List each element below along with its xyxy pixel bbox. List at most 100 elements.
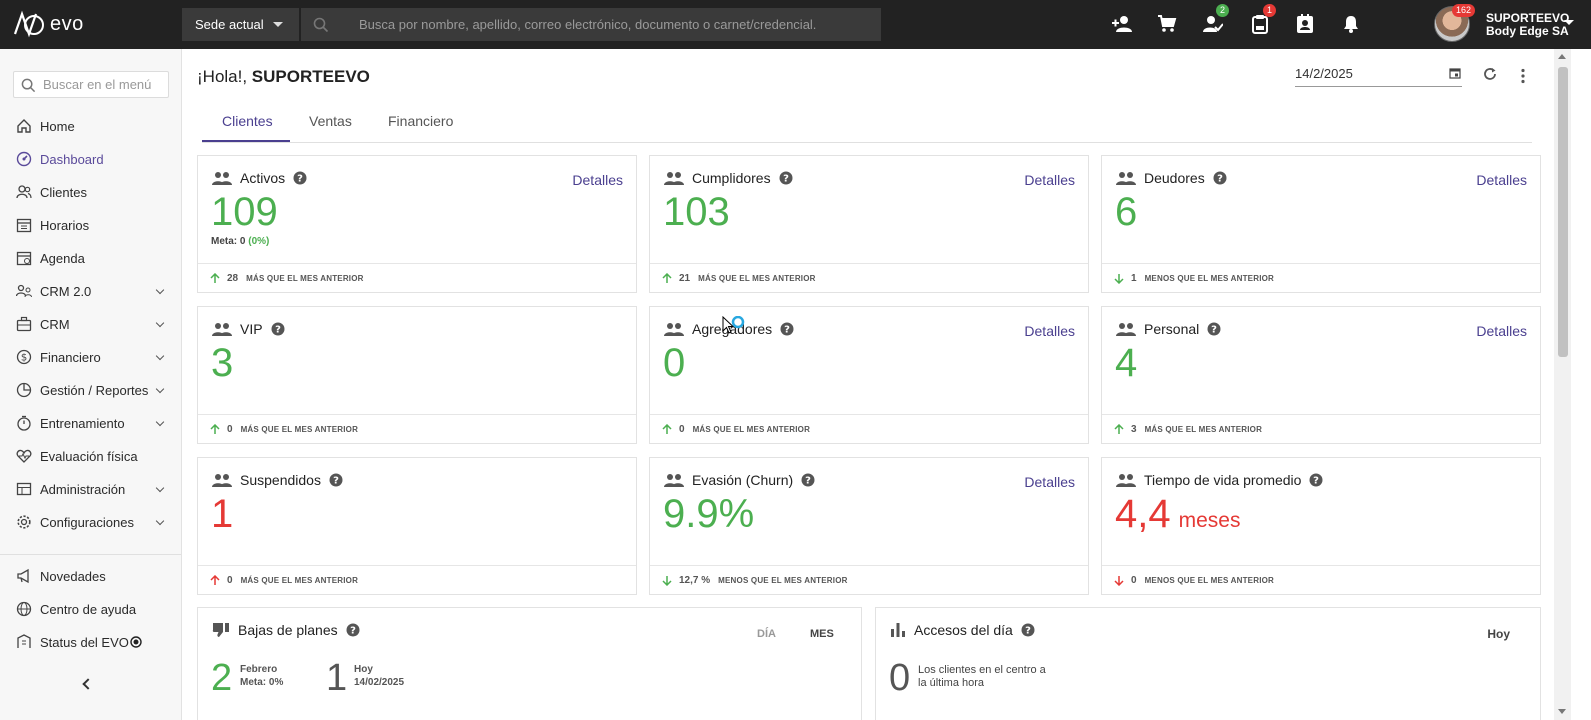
detalles-link[interactable]: Detalles xyxy=(1024,474,1075,490)
bell-icon[interactable] xyxy=(1339,12,1363,36)
arrow-up-icon xyxy=(210,574,220,585)
card-footer: 21 más que el mes anterior xyxy=(650,263,1088,292)
card-title-text: Evasión (Churn) xyxy=(692,472,794,488)
card-value: 4,4 meses xyxy=(1115,492,1240,543)
svg-text:?: ? xyxy=(1025,626,1031,637)
calendar-icon[interactable] xyxy=(1449,67,1461,79)
menu-search[interactable] xyxy=(13,71,169,98)
sidebar-item-evaluacion-fisica[interactable]: Evaluación física xyxy=(0,440,181,472)
card-title: Suspendidos ? xyxy=(212,472,343,488)
delta-value: 0 xyxy=(227,574,233,586)
tab-ventas[interactable]: Ventas xyxy=(309,113,352,129)
help-icon[interactable]: ? xyxy=(1021,623,1035,637)
scroll-down-icon[interactable] xyxy=(1558,709,1566,714)
card-bajas-planes: Bajas de planes ? DÍA MES 2 Febrero Meta… xyxy=(197,607,862,720)
user-info[interactable]: SUPORTEEVO Body Edge SA xyxy=(1486,12,1569,38)
global-search-input[interactable] xyxy=(359,8,869,41)
tab-clientes[interactable]: Clientes xyxy=(222,113,273,129)
sidebar-item-home[interactable]: Home xyxy=(0,110,181,142)
help-icon[interactable]: ? xyxy=(346,623,360,637)
sidebar-item-label: CRM 2.0 xyxy=(40,283,92,299)
card-title: Activos ? xyxy=(212,170,307,186)
sidebar-item-horarios[interactable]: Horarios xyxy=(0,209,181,241)
sidebar-item-crm2[interactable]: CRM 2.0 xyxy=(0,275,181,307)
page-scrollbar[interactable] xyxy=(1554,49,1571,720)
svg-text:?: ? xyxy=(350,626,356,637)
sidebar-item-centro-ayuda[interactable]: Centro de ayuda xyxy=(0,593,181,625)
help-icon[interactable]: ? xyxy=(329,473,343,487)
card-deudores: Deudores ? Detalles 6 1 menos que el mes… xyxy=(1101,155,1541,293)
card-value: 9.9% xyxy=(663,492,755,536)
detalles-link[interactable]: Detalles xyxy=(572,172,623,188)
collapse-sidebar-icon[interactable] xyxy=(82,678,94,690)
gear-icon xyxy=(16,514,32,530)
svg-text:?: ? xyxy=(275,325,281,336)
date-picker[interactable]: 14/2/2025 xyxy=(1295,64,1462,87)
accesos-hoy-link[interactable]: Hoy xyxy=(1487,627,1510,641)
bar-chart-icon xyxy=(891,623,905,637)
detalles-link[interactable]: Detalles xyxy=(1024,323,1075,339)
user-check-icon[interactable]: 2 xyxy=(1201,4,1229,36)
sidebar-item-configuraciones[interactable]: Configuraciones xyxy=(0,506,181,538)
sidebar-item-clientes[interactable]: Clientes xyxy=(0,176,181,208)
card-title: Deudores ? xyxy=(1116,170,1227,186)
meta-label: Meta: 0 xyxy=(211,236,246,247)
bajas-mes-toggle[interactable]: MES xyxy=(810,628,834,640)
more-vert-icon[interactable] xyxy=(1520,68,1526,84)
window-edge xyxy=(1571,49,1591,720)
sidebar-item-financiero[interactable]: $ Financiero xyxy=(0,341,181,373)
detalles-link[interactable]: Detalles xyxy=(1476,172,1527,188)
global-search[interactable] xyxy=(301,8,881,41)
cart-icon[interactable] xyxy=(1155,12,1179,36)
detalles-link[interactable]: Detalles xyxy=(1024,172,1075,188)
refresh-icon[interactable] xyxy=(1482,66,1498,82)
sidebar-item-label: Configuraciones xyxy=(40,514,134,530)
help-icon[interactable]: ? xyxy=(271,322,285,336)
scrollbar-thumb[interactable] xyxy=(1558,67,1568,357)
svg-text:?: ? xyxy=(1211,325,1217,336)
add-user-icon[interactable] xyxy=(1110,12,1134,36)
card-value-number: 4,4 xyxy=(1115,492,1171,536)
card-accesos-dia: Accesos del día ? Hoy 0 Los clientes en … xyxy=(875,607,1541,720)
detalles-link[interactable]: Detalles xyxy=(1476,323,1527,339)
sidebar-item-label: Home xyxy=(40,118,75,134)
help-icon[interactable]: ? xyxy=(1213,171,1227,185)
accesos-desc-line2: la última hora xyxy=(918,677,985,689)
sidebar-item-novedades[interactable]: Novedades xyxy=(0,560,181,592)
help-icon[interactable]: ? xyxy=(293,171,307,185)
people-icon xyxy=(664,172,684,185)
date-value: 14/2/2025 xyxy=(1295,66,1353,81)
sidebar-item-administracion[interactable]: Administración xyxy=(0,473,181,505)
sidebar: Home Dashboard Clientes Horarios Agenda … xyxy=(0,49,182,720)
card-footer: 1 menos que el mes anterior xyxy=(1102,263,1540,292)
sidebar-item-status-evo[interactable]: Status del EVO xyxy=(0,626,181,658)
sidebar-item-gestion-reportes[interactable]: Gestión / Reportes xyxy=(0,374,181,406)
menu-search-input[interactable] xyxy=(43,72,163,97)
people-icon xyxy=(1116,172,1136,185)
sidebar-item-label: Entrenamiento xyxy=(40,415,125,431)
sede-selector[interactable]: Sede actual xyxy=(182,8,300,41)
sidebar-item-entrenamiento[interactable]: Entrenamiento xyxy=(0,407,181,439)
evo-logo[interactable]: evo xyxy=(12,10,84,38)
sidebar-item-label: Dashboard xyxy=(40,151,104,167)
delta-text: menos que el mes anterior xyxy=(1144,575,1275,585)
accesos-value: 0 xyxy=(889,657,911,699)
scroll-up-icon[interactable] xyxy=(1558,54,1566,59)
tab-financiero[interactable]: Financiero xyxy=(388,113,453,129)
help-icon[interactable]: ? xyxy=(780,322,794,336)
card-footer: 28 más que el mes anterior xyxy=(198,263,636,292)
help-icon[interactable]: ? xyxy=(1207,322,1221,336)
sidebar-item-agenda[interactable]: Agenda xyxy=(0,242,181,274)
user-menu-caret-icon[interactable] xyxy=(1564,20,1574,25)
meta-percent: (0%) xyxy=(248,236,270,247)
sidebar-item-crm[interactable]: CRM xyxy=(0,308,181,340)
status-dot-icon xyxy=(130,636,142,648)
help-icon[interactable]: ? xyxy=(801,473,815,487)
clipboard-icon[interactable]: 1 xyxy=(1248,4,1276,36)
contact-card-icon[interactable] xyxy=(1293,12,1317,36)
arrow-up-icon xyxy=(1114,423,1124,434)
sidebar-item-dashboard[interactable]: Dashboard xyxy=(0,143,181,175)
help-icon[interactable]: ? xyxy=(779,171,793,185)
bajas-dia-toggle[interactable]: DÍA xyxy=(757,628,776,640)
help-icon[interactable]: ? xyxy=(1309,473,1323,487)
